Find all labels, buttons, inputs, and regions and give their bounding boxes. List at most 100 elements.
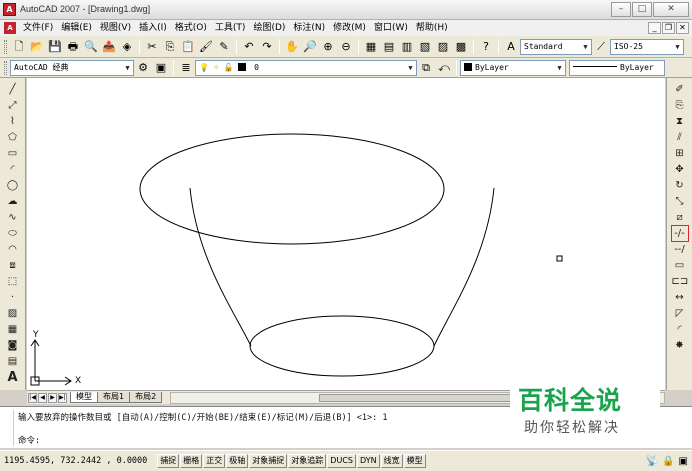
dyn-toggle[interactable]: DYN [356, 454, 380, 468]
dropdown-arrow-icon[interactable]: ▼ [405, 61, 416, 75]
region-icon[interactable]: ◙ [5, 338, 21, 353]
break-icon[interactable]: ⊏⊐ [672, 274, 689, 289]
open-file-icon[interactable]: 📂 [29, 39, 45, 55]
zoom-realtime-icon[interactable]: 🔎 [302, 39, 318, 55]
move-icon[interactable]: ✥ [672, 162, 688, 177]
autocad-logo-icon[interactable]: A [3, 3, 16, 16]
paste-icon[interactable]: 📋 [180, 39, 196, 55]
3d-dwf-icon[interactable]: ◈ [119, 39, 135, 55]
model-toggle[interactable]: 模型 [403, 454, 426, 468]
dropdown-arrow-icon[interactable]: ▼ [580, 40, 591, 54]
point-icon[interactable]: · [5, 290, 21, 305]
linetype-select[interactable]: ByLayer [569, 59, 665, 76]
menu-dimension[interactable]: 标注(N) [289, 21, 329, 35]
polyline-icon[interactable]: ⌇ [5, 114, 21, 129]
multiline-text-icon[interactable]: A [5, 370, 21, 385]
otrack-toggle[interactable]: 对象追踪 [288, 454, 327, 468]
scale-icon[interactable]: ⤡ [672, 194, 688, 209]
rotate-icon[interactable]: ↻ [672, 178, 688, 193]
dropdown-arrow-icon[interactable]: ▼ [554, 61, 565, 75]
zoom-previous-icon[interactable]: ⊖ [338, 39, 354, 55]
stretch-icon[interactable]: ⧄ [672, 210, 688, 225]
tab-model[interactable]: 模型 [70, 392, 98, 403]
color-select[interactable]: ByLayer ▼ [460, 59, 566, 76]
dropdown-arrow-icon[interactable]: ▼ [122, 61, 133, 75]
erase-icon[interactable]: ✐ [672, 82, 688, 97]
make-block-icon[interactable]: ⬚ [5, 274, 21, 289]
menu-window[interactable]: 窗口(W) [370, 21, 412, 35]
dim-style-select[interactable]: ISO-25 ▼ [610, 38, 684, 55]
scrollbar-thumb[interactable] [319, 393, 517, 402]
command-prompt[interactable]: 命令: [18, 434, 40, 446]
array-icon[interactable]: ⊞ [672, 146, 688, 161]
drawing-area[interactable]: Y X [27, 78, 665, 390]
workspace-select[interactable]: AutoCAD 经典 ▼ [10, 59, 134, 76]
fillet-icon[interactable]: ◜ [672, 322, 688, 337]
menu-modify[interactable]: 修改(M) [329, 21, 370, 35]
spline-icon[interactable]: ∿ [5, 210, 21, 225]
table-icon[interactable]: ▤ [5, 354, 21, 369]
communication-center-icon[interactable]: 📡 [646, 456, 658, 467]
construction-line-icon[interactable]: ⤢ [5, 98, 21, 113]
copy-icon[interactable]: ⎘ [672, 98, 688, 113]
tool-palettes-icon[interactable]: ▥ [399, 39, 415, 55]
menu-tools[interactable]: 工具(T) [211, 21, 250, 35]
last-tab-button[interactable]: ▶| [58, 392, 67, 403]
tab-layout2[interactable]: 布局2 [129, 392, 163, 403]
document-icon[interactable]: A [4, 22, 16, 34]
toolbar-grip[interactable] [4, 60, 7, 75]
doc-minimize-button[interactable]: _ [648, 22, 661, 34]
properties-icon[interactable]: ▦ [363, 39, 379, 55]
close-button[interactable]: ✕ [653, 2, 689, 17]
new-file-icon[interactable]: 🗋 [11, 39, 27, 55]
layer-select[interactable]: 💡 ☼ 🔓 0 ▼ [195, 59, 417, 76]
layer-previous-icon[interactable]: ⤺ [436, 60, 452, 76]
print-icon[interactable]: 🖶 [65, 39, 81, 55]
help-icon[interactable]: ? [478, 39, 494, 55]
text-style-select[interactable]: Standard ▼ [520, 38, 592, 55]
dropdown-arrow-icon[interactable]: ▼ [672, 40, 683, 54]
explode-icon[interactable]: ✸ [672, 338, 688, 353]
extend-icon[interactable]: --/ [672, 242, 688, 257]
menu-view[interactable]: 视图(V) [96, 21, 135, 35]
cut-icon[interactable]: ✂ [144, 39, 160, 55]
chamfer-icon[interactable]: ◸ [672, 306, 688, 321]
block-editor-icon[interactable]: ✎ [216, 39, 232, 55]
rectangle-icon[interactable]: ▭ [5, 146, 21, 161]
menu-format[interactable]: 格式(O) [171, 21, 211, 35]
osnap-toggle[interactable]: 对象捕捉 [249, 454, 288, 468]
pan-icon[interactable]: ✋ [284, 39, 300, 55]
menu-file[interactable]: 文件(F) [19, 21, 57, 35]
offset-icon[interactable]: ⫽ [672, 130, 688, 145]
ducs-toggle[interactable]: DUCS [327, 454, 356, 468]
next-tab-button[interactable]: ▶ [48, 392, 57, 403]
coordinate-readout[interactable]: 1195.4595, 732.2442 , 0.0000 [4, 456, 147, 466]
doc-close-button[interactable]: ✕ [676, 22, 689, 34]
markup-icon[interactable]: ▨ [435, 39, 451, 55]
snap-toggle[interactable]: 捕捉 [157, 454, 180, 468]
revision-cloud-icon[interactable]: ☁ [5, 194, 21, 209]
ellipse-icon[interactable]: ⬭ [5, 226, 21, 241]
match-properties-icon[interactable]: 🖌 [198, 39, 214, 55]
make-object-layer-current-icon[interactable]: ⧉ [418, 60, 434, 76]
join-icon[interactable]: ↔ [672, 290, 688, 305]
redo-icon[interactable]: ↷ [259, 39, 275, 55]
hatch-icon[interactable]: ▨ [5, 306, 21, 321]
grid-toggle[interactable]: 栅格 [180, 454, 203, 468]
menu-draw[interactable]: 绘图(D) [249, 21, 289, 35]
maximize-button[interactable]: □ [632, 2, 652, 17]
save-workspace-icon[interactable]: ▣ [153, 60, 169, 76]
zoom-window-icon[interactable]: ⊕ [320, 39, 336, 55]
calculator-icon[interactable]: ▩ [453, 39, 469, 55]
menu-help[interactable]: 帮助(H) [412, 21, 452, 35]
circle-icon[interactable]: ◯ [5, 178, 21, 193]
break-at-point-icon[interactable]: ▭ [672, 258, 688, 273]
line-icon[interactable]: ╱ [5, 82, 21, 97]
lock-toolbar-icon[interactable]: 🔒 [662, 456, 674, 467]
plot-preview-icon[interactable]: 🔍 [83, 39, 99, 55]
first-tab-button[interactable]: |◀ [28, 392, 37, 403]
polygon-icon[interactable]: ⬠ [5, 130, 21, 145]
tab-layout1[interactable]: 布局1 [97, 392, 131, 403]
workspace-settings-icon[interactable]: ⚙ [135, 60, 151, 76]
doc-restore-button[interactable]: ❐ [662, 22, 675, 34]
